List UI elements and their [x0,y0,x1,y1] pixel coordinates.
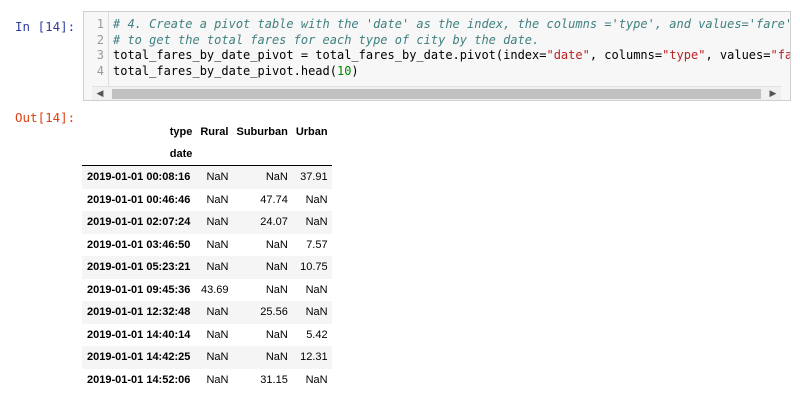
scroll-left-icon[interactable]: ◀ [92,87,108,100]
table-cell: NaN [265,261,288,274]
dataframe-table: type Rural Suburban Urban date 2019-01-0… [82,121,332,391]
table-cell: 37.91 [300,171,328,184]
table-cell: NaN [265,351,288,364]
table-cell: 5.42 [306,328,328,341]
row-index: 2019-01-01 02:07:24 [87,216,191,229]
scroll-right-icon[interactable]: ▶ [765,87,781,100]
column-header: Rural [200,126,229,138]
table-cell: NaN [206,216,229,229]
code-cell[interactable]: 1 # 4. Create a pivot table with the 'dat… [83,11,791,101]
input-prompt: In [14]: [15,19,76,34]
table-cell: 10.75 [300,261,328,274]
table-cell: NaN [265,171,288,184]
table-cell: 25.56 [260,306,288,319]
table-cell: NaN [206,193,229,206]
table-row: 2019-01-01 00:08:16 NaN NaN 37.91 [82,165,332,189]
table-row: 2019-01-01 12:32:48 NaN 25.56 NaN [82,301,332,324]
table-row: 2019-01-01 14:52:06 NaN 31.15 NaN [82,368,332,391]
table-cell: NaN [206,171,229,184]
table-cell: NaN [305,216,328,229]
table-cell: NaN [305,373,328,386]
table-cell: NaN [206,328,229,341]
table-cell: NaN [305,306,328,319]
code-comment: # 4. Create a pivot table with the 'date… [113,17,791,31]
code-editor[interactable]: 1 # 4. Create a pivot table with the 'dat… [84,17,791,80]
code-string: "fare" [770,48,791,62]
table-cell: 31.15 [260,373,288,386]
table-cell: NaN [265,283,288,296]
row-index: 2019-01-01 05:23:21 [87,261,191,274]
horizontal-scrollbar[interactable]: ◀ ▶ [92,86,781,100]
line-number: 3 [96,48,104,62]
table-cell: NaN [206,238,229,251]
table-row: 2019-01-01 00:46:46 NaN 47.74 NaN [82,188,332,211]
index-name: date [82,143,197,166]
table-cell: NaN [206,261,229,274]
table-cell: NaN [206,373,229,386]
table-row: 2019-01-01 14:40:14 NaN NaN 5.42 [82,323,332,346]
row-index: 2019-01-01 14:52:06 [87,373,191,386]
table-row: 2019-01-01 14:42:25 NaN NaN 12.31 [82,346,332,369]
code-line-1[interactable]: 1 # 4. Create a pivot table with the 'dat… [84,17,791,33]
code-line-4[interactable]: 4 total_fares_by_date_pivot.head(10) [84,63,790,80]
table-row: 2019-01-01 02:07:24 NaN 24.07 NaN [82,211,332,234]
row-index: 2019-01-01 14:40:14 [87,328,191,341]
row-index: 2019-01-01 00:46:46 [87,193,191,206]
table-cell: NaN [305,283,328,296]
table-cell: 43.69 [200,283,229,296]
line-number: 4 [96,63,104,78]
table-cell: NaN [265,328,288,341]
code-line-2[interactable]: 2 # to get the total fares for each type … [84,32,790,49]
table-cell: 24.07 [260,216,288,229]
table-cell: 47.74 [260,193,288,206]
table-cell: NaN [305,193,328,206]
empty-header [291,143,332,166]
column-header-row: type Rural Suburban Urban [82,121,332,143]
line-number: 2 [96,32,104,47]
table-cell: NaN [265,238,288,251]
line-number: 1 [96,17,104,31]
row-index: 2019-01-01 14:42:25 [87,351,191,364]
table-cell: 12.31 [300,351,328,364]
table-cell: NaN [206,351,229,364]
column-header: Urban [295,126,328,138]
index-name-row: date [82,143,332,166]
table-cell: 7.57 [306,238,328,251]
table-row: 2019-01-01 03:46:50 NaN NaN 7.57 [82,233,332,256]
empty-header [232,143,292,166]
output-prompt: Out[14]: [15,110,76,125]
column-header: Suburban [236,126,288,138]
row-index: 2019-01-01 09:45:36 [87,283,191,296]
code-string: "type" [662,48,706,62]
code-number: 10 [336,63,352,78]
row-index: 2019-01-01 00:08:16 [87,171,191,184]
scrollbar-thumb[interactable] [112,89,761,99]
empty-header [196,143,233,166]
code-token: total_fares_by_date_pivot.head( [113,63,337,78]
code-token: total_fares_by_date_pivot = total_fares_… [113,48,547,62]
code-comment: # to get the total fares for each type o… [113,32,540,47]
code-token: ) [351,63,359,78]
code-token: , values= [705,48,771,62]
table-row: 2019-01-01 05:23:21 NaN NaN 10.75 [82,256,332,279]
table-cell: NaN [206,306,229,319]
table-row: 2019-01-01 09:45:36 43.69 NaN NaN [82,278,332,301]
code-line-3[interactable]: 3 total_fares_by_date_pivot = total_fares… [84,48,791,64]
columns-name: type [169,126,193,138]
code-token: , columns= [589,48,663,62]
code-string: "date" [546,48,590,62]
row-index: 2019-01-01 03:46:50 [87,238,191,251]
row-index: 2019-01-01 12:32:48 [87,306,191,319]
